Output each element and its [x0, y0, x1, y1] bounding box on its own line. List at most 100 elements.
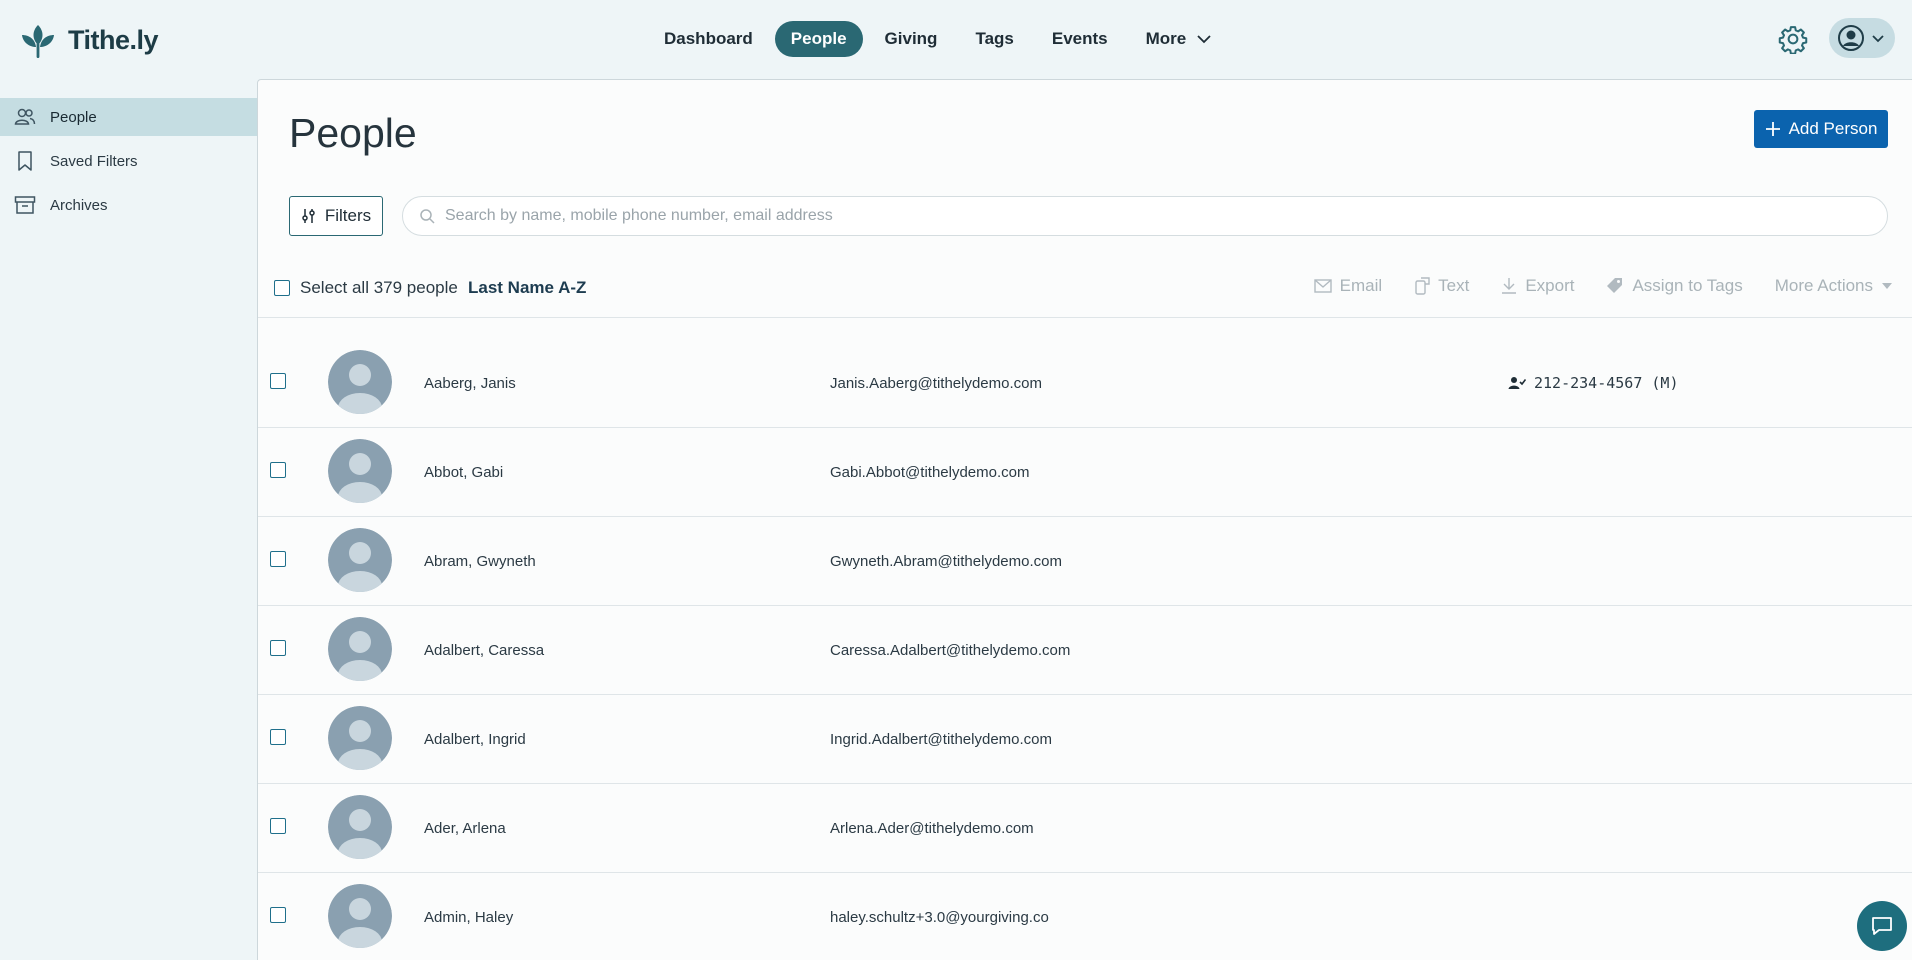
- people-list: Aaberg, Janis Janis.Aaberg@tithelydemo.c…: [258, 339, 1912, 960]
- phone-message-icon: [1415, 277, 1430, 295]
- person-email[interactable]: haley.schultz+3.0@yourgiving.co: [830, 909, 1049, 926]
- default-avatar-icon: [328, 884, 392, 948]
- table-row[interactable]: Abram, Gwyneth Gwyneth.Abram@tithelydemo…: [258, 517, 1912, 606]
- search-input[interactable]: [445, 207, 1887, 225]
- sidebar-item-archives[interactable]: Archives: [0, 186, 257, 224]
- nav-people-label: People: [790, 29, 847, 48]
- person-name[interactable]: Admin, Haley: [424, 909, 513, 926]
- person-email[interactable]: Ingrid.Adalbert@tithelydemo.com: [830, 731, 1052, 748]
- nav-dashboard[interactable]: Dashboard: [648, 21, 769, 57]
- person-name[interactable]: Abbot, Gabi: [424, 464, 503, 481]
- plus-icon: [1765, 122, 1780, 136]
- logo[interactable]: Tithe.ly: [20, 20, 159, 60]
- avatar: [328, 706, 392, 770]
- nav-dashboard-label: Dashboard: [664, 29, 753, 48]
- person-email[interactable]: Gabi.Abbot@tithelydemo.com: [830, 464, 1030, 481]
- row-checkbox[interactable]: [270, 818, 286, 834]
- person-email[interactable]: Arlena.Ader@tithelydemo.com: [830, 820, 1034, 837]
- avatar: [328, 617, 392, 681]
- app-name: Tithe.ly: [68, 24, 159, 55]
- chevron-down-icon: [1197, 35, 1211, 44]
- table-row[interactable]: Aaberg, Janis Janis.Aaberg@tithelydemo.c…: [258, 339, 1912, 428]
- nav-giving-label: Giving: [884, 29, 938, 48]
- chat-bubble-icon: [1872, 917, 1892, 935]
- bookmark-icon: [18, 151, 32, 171]
- envelope-icon: [1313, 279, 1332, 293]
- sidebar: People Saved Filters Archives: [0, 98, 257, 230]
- filters-label: Filters: [324, 206, 372, 225]
- default-avatar-icon: [328, 350, 392, 414]
- chevron-down-icon: [1872, 34, 1884, 42]
- export-action[interactable]: Export: [1501, 276, 1574, 296]
- gear-icon[interactable]: [1778, 24, 1808, 54]
- chat-support-button[interactable]: [1857, 901, 1907, 951]
- row-checkbox[interactable]: [270, 462, 286, 478]
- nav-more-label: More: [1145, 29, 1187, 48]
- table-row[interactable]: Ader, Arlena Arlena.Ader@tithelydemo.com: [258, 784, 1912, 873]
- avatar: [328, 795, 392, 859]
- add-person-button[interactable]: Add Person: [1754, 110, 1888, 148]
- sliders-icon: [302, 209, 315, 223]
- assign-tags-action[interactable]: Assign to Tags: [1606, 276, 1743, 296]
- person-email[interactable]: Caressa.Adalbert@tithelydemo.com: [830, 642, 1070, 659]
- sidebar-item-people[interactable]: People: [0, 98, 257, 136]
- nav-tags[interactable]: Tags: [959, 21, 1029, 57]
- row-checkbox[interactable]: [270, 551, 286, 567]
- table-row[interactable]: Adalbert, Ingrid Ingrid.Adalbert@tithely…: [258, 695, 1912, 784]
- table-row[interactable]: Admin, Haley haley.schultz+3.0@yourgivin…: [258, 873, 1912, 960]
- nav-giving[interactable]: Giving: [869, 21, 954, 57]
- row-checkbox[interactable]: [270, 729, 286, 745]
- sidebar-item-label: Archives: [50, 196, 108, 214]
- table-row[interactable]: Abbot, Gabi Gabi.Abbot@tithelydemo.com: [258, 428, 1912, 517]
- person-name[interactable]: Abram, Gwyneth: [424, 553, 536, 570]
- email-action[interactable]: Email: [1313, 276, 1383, 296]
- person-email[interactable]: Janis.Aaberg@tithelydemo.com: [830, 375, 1042, 392]
- user-menu-button[interactable]: [1829, 18, 1895, 58]
- select-all[interactable]: Select all 379 people: [274, 278, 458, 298]
- avatar: [328, 884, 392, 948]
- export-action-label: Export: [1525, 276, 1575, 295]
- top-bar: Tithe.ly Dashboard People Giving Tags Ev…: [0, 0, 1912, 80]
- row-checkbox[interactable]: [270, 373, 286, 389]
- avatar: [328, 350, 392, 414]
- nav-events[interactable]: Events: [1036, 21, 1124, 57]
- default-avatar-icon: [328, 439, 392, 503]
- search-bar: [402, 196, 1888, 236]
- search-icon: [420, 209, 435, 224]
- tag-icon: [1607, 278, 1623, 293]
- more-actions-dropdown[interactable]: More Actions: [1775, 276, 1893, 296]
- row-checkbox[interactable]: [270, 640, 286, 656]
- user-avatar-icon: [1838, 25, 1864, 51]
- sidebar-item-label: People: [50, 108, 97, 126]
- person-name[interactable]: Adalbert, Ingrid: [424, 731, 526, 748]
- table-row[interactable]: Adalbert, Caressa Caressa.Adalbert@tithe…: [258, 606, 1912, 695]
- avatar: [328, 439, 392, 503]
- main-panel: People Add Person Filters Select all 379…: [257, 79, 1912, 960]
- avatar: [328, 528, 392, 592]
- person-phone: 212-234-4567 (M): [1508, 374, 1679, 392]
- nav-events-label: Events: [1051, 29, 1108, 48]
- select-all-checkbox[interactable]: [274, 280, 290, 296]
- nav-people[interactable]: People: [774, 21, 863, 57]
- sort-dropdown[interactable]: Last Name A-Z: [468, 278, 586, 298]
- nav-more[interactable]: More: [1130, 21, 1229, 57]
- email-action-label: Email: [1339, 276, 1383, 295]
- person-email[interactable]: Gwyneth.Abram@tithelydemo.com: [830, 553, 1062, 570]
- filters-button[interactable]: Filters: [289, 196, 383, 236]
- text-action[interactable]: Text: [1414, 276, 1469, 296]
- person-name[interactable]: Aaberg, Janis: [424, 375, 516, 392]
- person-name[interactable]: Ader, Arlena: [424, 820, 506, 837]
- more-actions-label: More Actions: [1774, 276, 1873, 295]
- text-action-label: Text: [1438, 276, 1470, 295]
- sprout-logo-icon: [22, 25, 54, 58]
- person-name[interactable]: Adalbert, Caressa: [424, 642, 544, 659]
- bulk-actions: Email Text Export Assign to Tags More Ac…: [1313, 276, 1893, 296]
- default-avatar-icon: [328, 528, 392, 592]
- page-title: People: [289, 110, 417, 156]
- main-nav: Dashboard People Giving Tags Events More: [648, 20, 1228, 58]
- sidebar-item-saved-filters[interactable]: Saved Filters: [0, 142, 257, 180]
- assign-tags-label: Assign to Tags: [1632, 276, 1743, 295]
- caret-down-icon: [1882, 283, 1892, 289]
- default-avatar-icon: [328, 706, 392, 770]
- row-checkbox[interactable]: [270, 907, 286, 923]
